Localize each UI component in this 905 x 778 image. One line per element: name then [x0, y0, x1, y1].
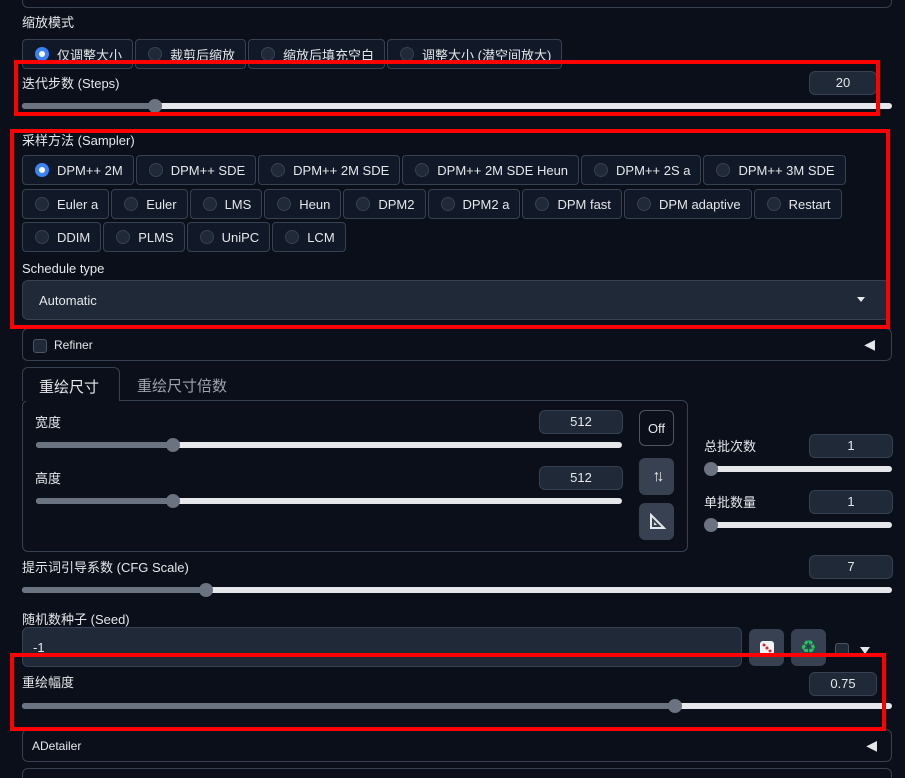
batch-count-input[interactable]: 1 — [809, 434, 893, 458]
next-accordion-edge — [22, 768, 892, 778]
adetailer-accordion[interactable]: ADetailer ◀ — [22, 729, 892, 762]
batch-size-input[interactable]: 1 — [809, 490, 893, 514]
height-slider-thumb[interactable] — [166, 494, 181, 508]
radio-icon — [400, 47, 415, 61]
steps-highlight-box — [14, 60, 880, 116]
refiner-label: Refiner — [54, 338, 93, 352]
tab-resize-to[interactable]: 重绘尺寸 — [22, 367, 120, 401]
cfg-scale-input[interactable]: 7 — [809, 555, 893, 579]
sampler-highlight-box — [10, 129, 890, 329]
height-slider-fill — [36, 498, 174, 504]
width-label: 宽度 — [35, 415, 62, 430]
resize-mode-label: 缩放模式 — [22, 15, 75, 30]
refiner-checkbox[interactable] — [33, 339, 47, 353]
top-panel-edge — [22, 0, 892, 8]
cfg-scale-slider-fill — [22, 587, 206, 593]
collapse-arrow-icon[interactable]: ◀ — [864, 336, 875, 353]
height-input[interactable]: 512 — [539, 466, 623, 490]
adetailer-label: ADetailer — [32, 739, 82, 753]
cfg-scale-label: 提示词引导系数 (CFG Scale) — [22, 560, 189, 575]
batch-count-label: 总批次数 — [704, 439, 757, 454]
aspect-ratio-button[interactable] — [639, 503, 674, 540]
height-label: 高度 — [35, 471, 62, 486]
swap-arrows-icon: ↑↓ — [652, 467, 665, 485]
swap-dimensions-button[interactable]: ↑↓ — [639, 458, 674, 495]
batch-count-slider-thumb[interactable] — [704, 462, 718, 476]
collapse-arrow-icon[interactable]: ◀ — [866, 737, 877, 754]
radio-selected-icon — [35, 47, 49, 61]
height-slider[interactable] — [36, 494, 622, 508]
refiner-accordion[interactable]: Refiner ◀ — [22, 328, 892, 361]
denoise-highlight-box — [10, 653, 886, 731]
radio-icon — [148, 47, 163, 61]
width-slider[interactable] — [36, 438, 622, 452]
off-button[interactable]: Off — [639, 410, 674, 446]
width-slider-thumb[interactable] — [166, 438, 181, 452]
batch-size-label: 单批数量 — [704, 495, 757, 510]
radio-icon — [261, 47, 276, 61]
batch-size-slider-thumb[interactable] — [704, 518, 718, 532]
tab-resize-by[interactable]: 重绘尺寸倍数 — [137, 375, 227, 396]
batch-size-slider[interactable] — [704, 518, 892, 532]
width-slider-fill — [36, 442, 174, 448]
set-square-icon — [649, 512, 666, 529]
cfg-scale-slider-thumb[interactable] — [198, 583, 213, 597]
width-input[interactable]: 512 — [539, 410, 623, 434]
batch-count-slider[interactable] — [704, 462, 892, 476]
seed-label: 随机数种子 (Seed) — [22, 612, 130, 627]
cfg-scale-slider[interactable] — [22, 583, 892, 597]
